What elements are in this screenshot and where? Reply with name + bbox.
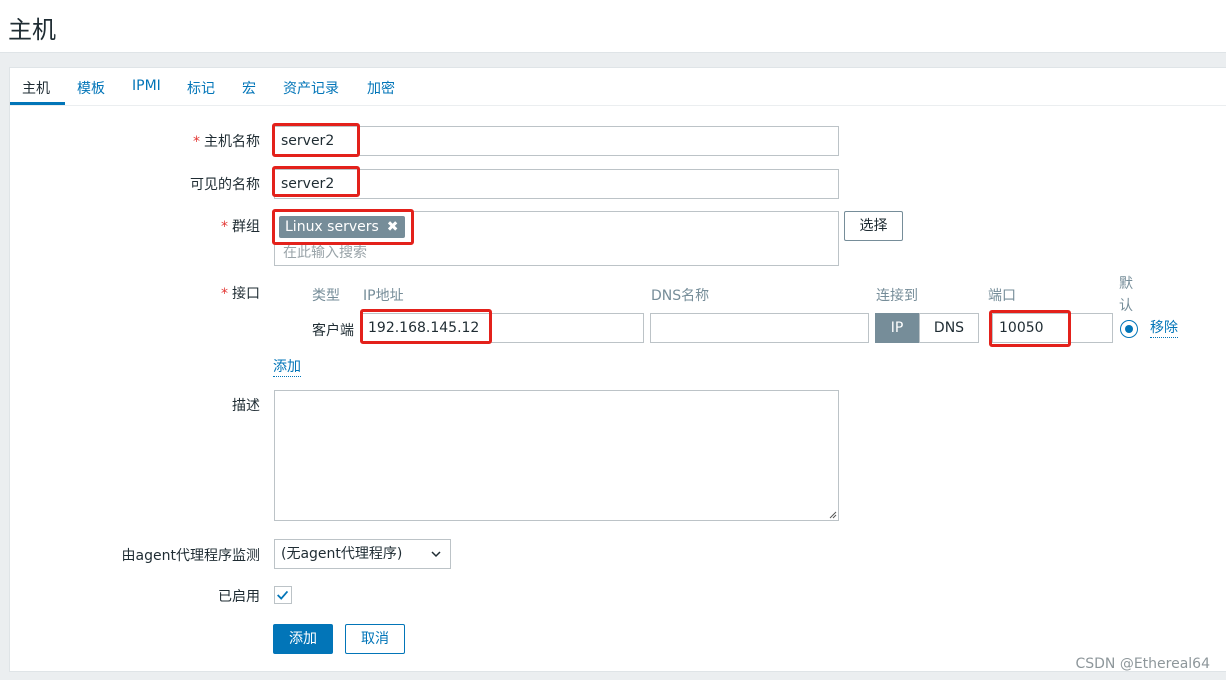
remove-tag-icon[interactable]: ✖ bbox=[387, 219, 399, 235]
select-groups-button[interactable]: 选择 bbox=[844, 211, 903, 241]
resize-handle-icon[interactable] bbox=[829, 511, 837, 519]
page-header: 主机 bbox=[0, 0, 1226, 53]
active-tab-indicator bbox=[10, 102, 65, 105]
tab-host[interactable]: 主机 bbox=[22, 78, 50, 98]
remove-interface-link[interactable]: 移除 bbox=[1150, 320, 1178, 338]
cancel-button[interactable]: 取消 bbox=[345, 624, 405, 654]
groups-multiselect[interactable]: Linux servers ✖ 在此输入搜索 bbox=[274, 211, 839, 266]
description-textarea[interactable] bbox=[274, 390, 839, 521]
tab-tags[interactable]: 标记 bbox=[187, 78, 215, 98]
interfaces-label: * 接口 bbox=[221, 286, 260, 302]
col-dns: DNS名称 bbox=[651, 288, 710, 304]
interface-type: 客户端 bbox=[312, 323, 354, 339]
tab-ipmi[interactable]: IPMI bbox=[132, 78, 161, 94]
add-button[interactable]: 添加 bbox=[273, 624, 333, 654]
tab-bar: 主机 模板 IPMI 标记 宏 资产记录 加密 bbox=[10, 68, 1226, 106]
col-ip: IP地址 bbox=[363, 288, 404, 304]
col-connect-to: 连接到 bbox=[876, 288, 918, 304]
required-mark: * bbox=[221, 286, 228, 302]
tab-macros[interactable]: 宏 bbox=[242, 78, 256, 98]
host-form-panel: 主机 模板 IPMI 标记 宏 资产记录 加密 * 主机名称 server2 可见… bbox=[9, 67, 1226, 672]
enabled-label: 已启用 bbox=[218, 589, 260, 605]
tab-encryption[interactable]: 加密 bbox=[367, 78, 395, 98]
col-port: 端口 bbox=[988, 288, 1016, 304]
page-title: 主机 bbox=[8, 16, 56, 44]
host-name-input[interactable]: server2 bbox=[274, 126, 839, 156]
ip-address-input[interactable]: 192.168.145.12 bbox=[361, 313, 644, 343]
col-type: 类型 bbox=[312, 288, 340, 304]
proxy-label: 由agent代理程序监测 bbox=[121, 548, 260, 564]
groups-search-placeholder[interactable]: 在此输入搜索 bbox=[283, 242, 367, 262]
watermark: CSDN @Ethereal64 bbox=[1075, 656, 1210, 672]
required-mark: * bbox=[221, 219, 228, 235]
tab-inventory[interactable]: 资产记录 bbox=[283, 78, 339, 98]
dns-name-input[interactable] bbox=[650, 313, 869, 343]
add-interface-link[interactable]: 添加 bbox=[273, 359, 301, 377]
default-interface-radio[interactable] bbox=[1120, 320, 1138, 338]
checkmark-icon bbox=[277, 590, 289, 600]
tab-templates[interactable]: 模板 bbox=[77, 78, 105, 98]
col-default: 默认 bbox=[1119, 276, 1133, 314]
connect-ip-toggle[interactable]: IP bbox=[875, 313, 919, 343]
proxy-select[interactable]: (无agent代理程序) bbox=[274, 539, 451, 569]
groups-label: * 群组 bbox=[221, 219, 260, 235]
description-label: 描述 bbox=[232, 398, 260, 414]
group-tag: Linux servers ✖ bbox=[279, 216, 405, 238]
proxy-selected-value: (无agent代理程序) bbox=[281, 546, 403, 562]
port-input[interactable]: 10050 bbox=[992, 313, 1113, 343]
connect-dns-toggle[interactable]: DNS bbox=[919, 313, 979, 343]
enabled-checkbox[interactable] bbox=[274, 586, 292, 604]
required-mark: * bbox=[193, 134, 200, 150]
visible-name-input[interactable]: server2 bbox=[274, 169, 839, 199]
visible-name-label: 可见的名称 bbox=[190, 177, 260, 193]
host-name-label: * 主机名称 bbox=[193, 134, 260, 150]
chevron-down-icon bbox=[431, 551, 441, 558]
